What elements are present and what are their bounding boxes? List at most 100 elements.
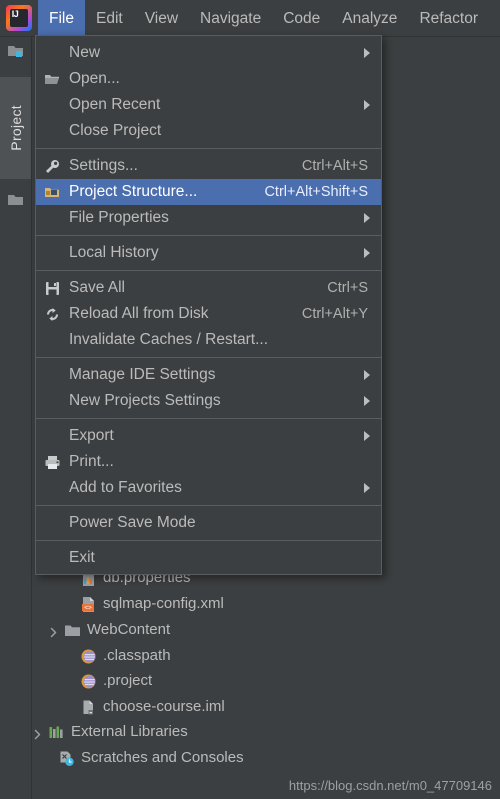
menu-bar-item-label: Edit [95, 9, 123, 27]
tree-row[interactable]: WebContent [32, 617, 500, 643]
menu-item-reload-all-from-disk[interactable]: Reload All from Disk Ctrl+Alt+Y [36, 301, 381, 327]
menu-item-label: Close Project [69, 122, 162, 139]
menu-item-settings[interactable]: Settings... Ctrl+Alt+S [36, 153, 381, 179]
menu-separator [36, 540, 381, 541]
menu-bar-item-label: Analyze [342, 9, 398, 27]
tree-row[interactable]: <> sqlmap-config.xml [32, 591, 500, 617]
logo-text: IJ [11, 9, 19, 19]
menu-item-invalidate-caches-restart[interactable]: Invalidate Caches / Restart... [36, 327, 381, 353]
menu-item-new[interactable]: New [36, 40, 381, 66]
menu-item-save-all[interactable]: Save All Ctrl+S [36, 275, 381, 301]
menu-bar-item-label: Navigate [200, 9, 262, 27]
menu-item-label: Settings... [69, 157, 138, 174]
menu-item-label: Reload All from Disk [69, 305, 209, 322]
reload-sync-icon [44, 306, 61, 323]
menu-item-local-history[interactable]: Local History [36, 240, 381, 266]
menu-item-label: Exit [69, 549, 95, 566]
menu-bar-item-file[interactable]: File [38, 0, 85, 37]
submenu-arrow-icon [364, 213, 370, 223]
eclipse-file-icon [80, 673, 97, 690]
menu-bar-item-analyze[interactable]: Analyze [331, 4, 408, 33]
tree-row-label: choose-course.iml [103, 698, 225, 715]
file-menu-popup: New Open... Open Recent Close Project Settin… [35, 35, 382, 575]
project-structure-icon [44, 184, 61, 201]
tree-row[interactable]: choose-course.iml [32, 694, 500, 720]
menu-item-close-project[interactable]: Close Project [36, 118, 381, 144]
project-tool-window-tab[interactable]: Project [0, 77, 31, 179]
menu-item-exit[interactable]: Exit [36, 545, 381, 571]
menu-bar-item-label: Code [283, 9, 321, 27]
menu-bar-items: File Edit View Navigate Code Analyze Refactor B… [38, 0, 500, 37]
menu-bar: IJ File Edit View Navigate Code Analyze Refact… [0, 0, 500, 37]
left-tool-strip: Project [0, 37, 32, 799]
eclipse-file-icon [80, 648, 97, 665]
menu-item-label: File Properties [69, 209, 169, 226]
tree-row-label: .project [103, 672, 153, 689]
tree-row-label: WebContent [87, 621, 171, 638]
tree-row[interactable]: Scratches and Consoles [32, 745, 500, 771]
menu-item-print[interactable]: Print... [36, 449, 381, 475]
menu-item-shortcut: Ctrl+Alt+S [301, 158, 368, 174]
chevron-right-icon[interactable] [32, 727, 43, 739]
menu-item-label: Power Save Mode [69, 514, 196, 531]
submenu-arrow-icon [364, 396, 370, 406]
submenu-arrow-icon [364, 48, 370, 58]
menu-bar-item-navigate[interactable]: Navigate [189, 4, 272, 33]
menu-bar-item-refactor[interactable]: Refactor [408, 4, 489, 33]
menu-separator [36, 418, 381, 419]
menu-item-export[interactable]: Export [36, 423, 381, 449]
project-folder-icon[interactable] [7, 43, 25, 59]
save-floppy-icon [44, 280, 61, 297]
folder-icon[interactable] [7, 192, 25, 208]
tree-row[interactable]: External Libraries [32, 719, 500, 745]
scratches-icon [58, 750, 75, 767]
menu-bar-item-label: Refactor [419, 9, 479, 27]
menu-separator [36, 270, 381, 271]
tree-row-label: External Libraries [71, 723, 188, 740]
menu-item-label: New Projects Settings [69, 392, 221, 409]
menu-item-project-structure[interactable]: Project Structure... Ctrl+Alt+Shift+S [36, 179, 381, 205]
submenu-arrow-icon [364, 248, 370, 258]
folder-icon [64, 622, 81, 639]
tree-row[interactable]: .classpath [32, 643, 500, 669]
menu-item-power-save-mode[interactable]: Power Save Mode [36, 510, 381, 536]
tree-row-label: Scratches and Consoles [81, 749, 244, 766]
menu-item-manage-ide-settings[interactable]: Manage IDE Settings [36, 362, 381, 388]
menu-item-shortcut: Ctrl+Alt+Shift+S [264, 184, 368, 200]
wrench-icon [44, 158, 61, 175]
xml-file-icon: <> [80, 596, 97, 613]
menu-bar-item-build[interactable]: Build [489, 4, 500, 33]
menu-item-file-properties[interactable]: File Properties [36, 205, 381, 231]
menu-item-label: Invalidate Caches / Restart... [69, 331, 269, 348]
menu-item-label: Local History [69, 244, 159, 261]
submenu-arrow-icon [364, 100, 370, 110]
menu-bar-item-edit[interactable]: Edit [85, 4, 134, 33]
libraries-icon [48, 724, 65, 741]
menu-bar-item-view[interactable]: View [134, 4, 189, 33]
tree-row[interactable]: .project [32, 668, 500, 694]
submenu-arrow-icon [364, 483, 370, 493]
menu-item-label: Open... [69, 70, 120, 87]
menu-item-new-projects-settings[interactable]: New Projects Settings [36, 388, 381, 414]
menu-item-label: Project Structure... [69, 183, 198, 200]
menu-item-label: Export [69, 427, 114, 444]
menu-item-label: Add to Favorites [69, 479, 182, 496]
menu-bar-item-label: File [49, 9, 74, 27]
printer-icon [44, 454, 61, 471]
watermark-url: https://blog.csdn.net/m0_47709146 [288, 778, 492, 793]
menu-bar-item-code[interactable]: Code [272, 4, 331, 33]
intellij-idea-window: IJ File Edit View Navigate Code Analyze Refact… [0, 0, 500, 799]
intellij-idea-logo-icon: IJ [6, 5, 32, 31]
menu-item-label: Print... [69, 453, 114, 470]
submenu-arrow-icon [364, 431, 370, 441]
menu-item-open-recent[interactable]: Open Recent [36, 92, 381, 118]
menu-item-open[interactable]: Open... [36, 66, 381, 92]
menu-separator [36, 235, 381, 236]
menu-separator [36, 357, 381, 358]
menu-bar-item-label: View [144, 9, 179, 27]
menu-item-add-to-favorites[interactable]: Add to Favorites [36, 475, 381, 501]
chevron-right-icon[interactable] [48, 625, 59, 637]
